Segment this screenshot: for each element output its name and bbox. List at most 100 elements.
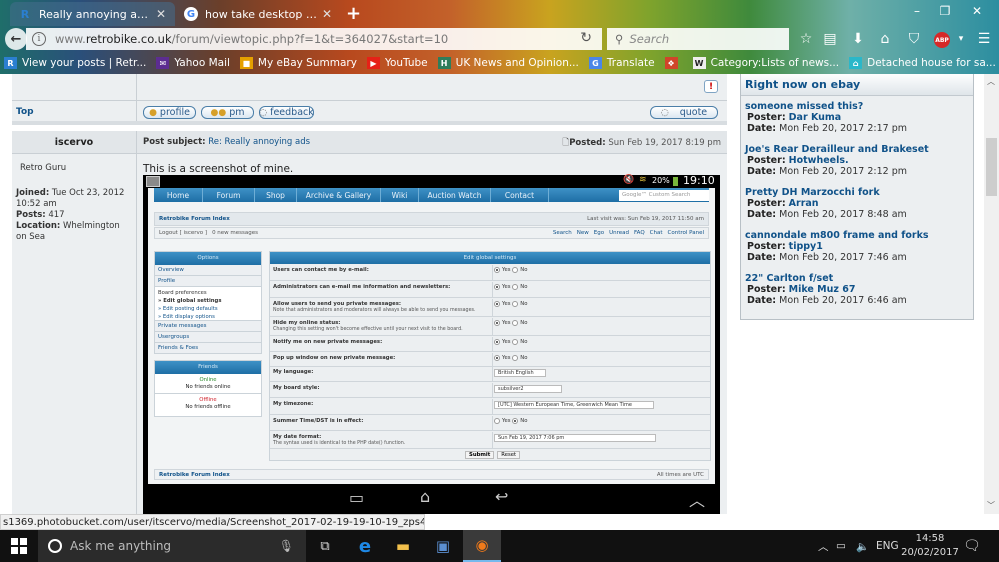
embedded-screenshot-image[interactable]: 🔇 ≋ 20% 19:10 Home Forum Shop Archive & Gal… [143, 174, 720, 514]
ebay-bag-icon: ■ [239, 57, 253, 69]
listing-poster[interactable]: Arran [789, 198, 819, 209]
task-view-icon[interactable]: ⧉ [306, 530, 344, 562]
reload-icon[interactable]: ↻ [580, 30, 592, 46]
quote-button[interactable]: ◌ quote [650, 106, 718, 119]
close-tab-icon[interactable]: ✕ [319, 7, 335, 21]
post-subject-link[interactable]: Re: Really annoying ads [208, 137, 310, 147]
android-back-icon: ↩ [495, 487, 509, 506]
abp-dropdown-icon[interactable]: ▾ [951, 30, 971, 48]
minimize-button[interactable]: – [904, 4, 930, 22]
listing-title[interactable]: 22" Carlton f/set [745, 273, 973, 284]
top-link[interactable]: Top [16, 107, 34, 117]
listing-poster[interactable]: tippy1 [789, 241, 823, 252]
listing-title[interactable]: someone missed this? [745, 101, 973, 112]
site-info-icon[interactable]: i [32, 32, 46, 46]
tab-how-take-desktop-screenshot[interactable]: G how take desktop screens... ✕ [176, 2, 341, 26]
listing-poster[interactable]: Mike Muz 67 [789, 284, 856, 295]
listing-title[interactable]: cannondale m800 frame and forks [745, 230, 973, 241]
network-icon[interactable]: ▭ [836, 530, 846, 562]
ebay-sidebar-title: Right now on ebay [741, 74, 973, 96]
bookmark-item[interactable]: R View your posts | Retr... [4, 57, 146, 69]
google-favicon-icon: G [184, 7, 198, 21]
scrollbar-thumb[interactable] [986, 138, 997, 196]
input-language[interactable]: ENG [876, 530, 899, 562]
volume-icon[interactable]: 🔈 [856, 530, 869, 562]
close-tab-icon[interactable]: ✕ [153, 7, 169, 21]
post-author[interactable]: iscervo [55, 137, 93, 148]
android-status-bar: 🔇 ≋ 20% 19:10 [143, 174, 720, 188]
pm-button[interactable]: ●● pm [201, 106, 254, 119]
microphone-icon[interactable]: 🎙 [279, 539, 294, 553]
menu-hamburger-icon[interactable]: ☰ [974, 30, 994, 48]
embedded-settings-form: Edit global settings Users can contact m… [269, 251, 711, 461]
start-button[interactable] [0, 530, 38, 562]
home-icon[interactable]: ⌂ [875, 30, 895, 48]
post-text: This is a screenshot of mine. [143, 163, 294, 175]
listing-title[interactable]: Joe's Rear Derailleur and Brakeset [745, 144, 973, 155]
url-prefix: www. [55, 32, 86, 46]
ebay-listing: cannondale m800 frame and forks Poster: t… [741, 230, 973, 263]
listing-date: Mon Feb 20, 2017 7:46 am [779, 252, 907, 263]
clock-time: 14:58 [915, 533, 945, 544]
listing-title[interactable]: Pretty DH Marzocchi fork [745, 187, 973, 198]
embedded-options-panel: Options Overview Profile Board preferenc… [154, 251, 262, 354]
adblock-plus-icon[interactable]: ABP [934, 32, 950, 48]
user-icon: ● [149, 107, 157, 118]
scroll-up-icon[interactable]: ︿ [987, 76, 995, 87]
file-explorer-icon[interactable]: ▬ [384, 530, 422, 562]
action-center-icon[interactable]: 🗨 [963, 530, 981, 562]
restore-button[interactable]: ❐ [932, 4, 958, 22]
address-bar[interactable]: i www. retrobike.co.uk/forum/viewtopic.ph… [26, 28, 602, 50]
bookmark-item[interactable]: ❖ [664, 57, 683, 69]
listing-poster[interactable]: Hotwheels. [789, 155, 849, 166]
bookmark-star-icon[interactable]: ☆ [796, 30, 816, 48]
report-post-icon[interactable]: ! [704, 80, 718, 93]
embedded-userbar: Logout [ iscervo ] 0 new messages Search… [154, 227, 709, 239]
cortana-search-box[interactable]: Ask me anything 🎙 [38, 530, 306, 562]
huffpost-icon: H [437, 57, 451, 69]
page-scrollbar[interactable]: ︿ ﹀ [984, 74, 999, 514]
tab-really-annoying-ads[interactable]: R Really annoying ads - Pag... ✕ [10, 2, 175, 26]
embedded-nav-item: Shop [255, 188, 297, 202]
profile-button[interactable]: ● profile [143, 106, 196, 119]
bookmark-item[interactable]: ▶ YouTube [366, 57, 428, 69]
browser-chrome: R Really annoying ads - Pag... ✕ G how t… [0, 0, 999, 74]
retrobike-favicon-icon: R [20, 7, 30, 21]
bookmark-item[interactable]: G Translate [588, 57, 655, 69]
battery-percent: 20% [652, 176, 670, 185]
downloads-icon[interactable]: ⬇ [848, 30, 868, 48]
search-box[interactable]: ⚲ Search [607, 28, 789, 50]
bookmark-item[interactable]: W Category:Lists of news... [692, 57, 839, 69]
remote-desktop-icon[interactable]: ▣ [424, 530, 462, 562]
bookmark-item[interactable]: ✉ Yahoo Mail [156, 57, 230, 69]
embedded-footer: Retrobike Forum Index All times are UTC [154, 469, 709, 480]
embedded-quick-link: Unread [609, 230, 630, 236]
bookmark-item[interactable]: H UK News and Opinion... [437, 57, 579, 69]
feedback-button[interactable]: ◌ feedback [259, 106, 314, 119]
taskbar-clock[interactable]: 14:58 20/02/2017 [900, 532, 960, 560]
windows-taskbar: Ask me anything 🎙 ⧉ e ▬ ▣ ◉ ︿ ▭ 🔈 ENG 14… [0, 530, 999, 562]
tray-overflow-icon[interactable]: ︿ [818, 530, 829, 562]
close-window-button[interactable]: ✕ [964, 4, 990, 22]
page-content: ! Top ● profile ●● pm ◌ feedback ◌ quote isc… [0, 74, 984, 514]
scroll-down-icon[interactable]: ﹀ [987, 500, 995, 511]
tab-title: how take desktop screens... [205, 7, 319, 21]
embedded-setting-row: Users can contact me by e-mail: Yes No [270, 265, 710, 281]
gallery-icon [146, 176, 160, 187]
bookmark-item[interactable]: ■ My eBay Summary [239, 57, 357, 69]
bookmark-item[interactable]: ⌂ Detached house for sa... [849, 57, 996, 69]
navigation-toolbar: i www. retrobike.co.uk/forum/viewtopic.ph… [0, 26, 999, 52]
pocket-icon[interactable]: ⛉ [904, 30, 924, 48]
firefox-icon[interactable]: ◉ [463, 530, 501, 562]
embedded-setting-row: Notify me on new private messages: Yes No [270, 337, 710, 352]
clock-date: 20/02/2017 [901, 547, 959, 558]
reading-list-icon[interactable]: ▤ [820, 30, 840, 48]
embedded-setting-row: Allow users to send you private messages… [270, 299, 710, 317]
tab-strip: R Really annoying ads - Pag... ✕ G how t… [0, 0, 999, 26]
listing-poster[interactable]: Dar Kuma [789, 112, 842, 123]
translate-icon: G [588, 57, 602, 69]
edge-icon[interactable]: e [346, 530, 384, 562]
android-home-icon: ⌂ [420, 487, 431, 506]
back-button[interactable]: ← [5, 28, 27, 50]
new-tab-button[interactable]: + [346, 3, 361, 24]
